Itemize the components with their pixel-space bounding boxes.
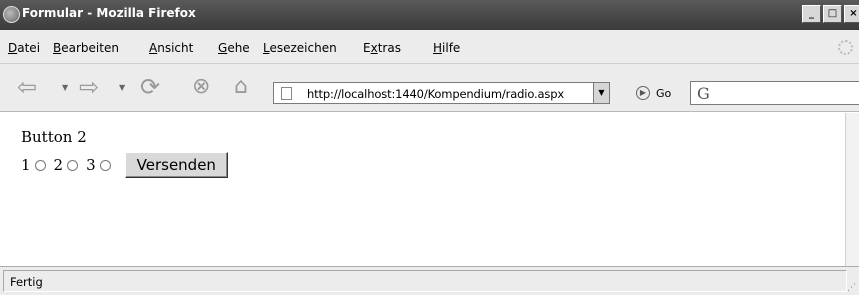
minimize-button[interactable]: _ — [802, 5, 821, 23]
radio-button-1[interactable] — [34, 159, 46, 171]
throbber-icon — [838, 40, 853, 55]
close-button[interactable]: × — [844, 5, 859, 23]
back-dropdown-icon[interactable]: ▼ — [62, 83, 68, 92]
menu-bearbeiten[interactable]: Bearbeiten — [53, 41, 119, 55]
submit-button[interactable]: Versenden — [124, 152, 228, 178]
maximize-button[interactable]: □ — [823, 5, 842, 23]
go-icon[interactable]: ▶ — [636, 86, 650, 100]
status-panel: Fertig — [3, 270, 847, 292]
menu-extras[interactable]: Extras — [363, 41, 401, 55]
radio-label-2: 2 — [53, 156, 64, 174]
radio-button-3[interactable] — [99, 159, 111, 171]
forward-arrow-icon[interactable]: ⇨ — [79, 74, 99, 100]
radio-group: 1 2 3 Versenden — [21, 152, 228, 178]
menu-bar: Datei Bearbeiten Ansicht Gehe Lesezeiche… — [0, 30, 859, 64]
resize-grip-icon[interactable]: ⋰ — [847, 283, 857, 293]
radio-label-3: 3 — [86, 156, 96, 174]
radio-button-2[interactable] — [67, 159, 79, 171]
back-arrow-icon[interactable]: ⇦ — [17, 74, 37, 100]
menu-ansicht[interactable]: Ansicht — [149, 41, 193, 55]
home-icon[interactable]: ⌂ — [234, 74, 248, 100]
menu-lesezeichen[interactable]: Lesezeichen — [263, 41, 337, 55]
window-controls: _ □ × — [802, 5, 859, 23]
status-bar: Fertig ⋰ — [0, 266, 859, 295]
firefox-logo-icon — [3, 6, 20, 23]
radio-label-1: 1 — [21, 156, 31, 174]
address-dropdown-button[interactable]: ▼ — [593, 82, 610, 104]
forward-dropdown-icon[interactable]: ▼ — [119, 83, 125, 92]
url-text: http://localhost:1440/Kompendium/radio.a… — [307, 87, 565, 101]
menu-hilfe[interactable]: Hilfe — [433, 41, 460, 55]
page-content — [0, 113, 846, 266]
go-button-label[interactable]: Go — [656, 87, 671, 100]
menu-datei[interactable]: Datei — [8, 41, 40, 55]
stop-icon[interactable]: ⊗ — [192, 74, 210, 100]
address-bar[interactable]: http://localhost:1440/Kompendium/radio.a… — [273, 82, 610, 104]
status-text: Fertig — [10, 275, 43, 289]
title-bar: Formular - Mozilla Firefox _ □ × — [0, 0, 859, 30]
scrollbar[interactable] — [846, 113, 859, 266]
page-icon — [281, 87, 292, 100]
search-input[interactable]: G — [690, 81, 859, 105]
google-search-icon[interactable]: G — [697, 84, 710, 103]
selected-radio-label: Button 2 — [21, 128, 87, 146]
menu-gehe[interactable]: Gehe — [218, 41, 250, 55]
reload-icon[interactable]: ⟳ — [140, 74, 160, 100]
window-title: Formular - Mozilla Firefox — [22, 6, 196, 20]
